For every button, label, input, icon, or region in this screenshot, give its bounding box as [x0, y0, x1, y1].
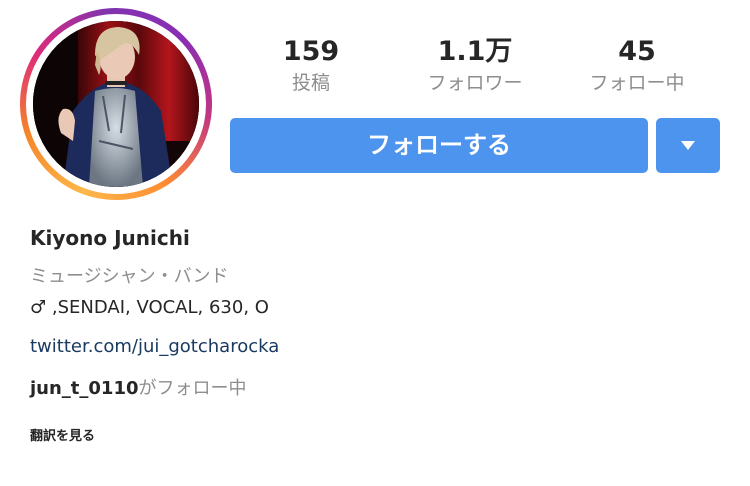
followed-by-username[interactable]: jun_t_0110 [30, 378, 139, 399]
caret-down-icon [681, 141, 695, 150]
stat-posts[interactable]: 159 投稿 [246, 34, 376, 96]
posts-count: 159 [282, 36, 340, 67]
posts-label: 投稿 [291, 72, 330, 94]
suggestions-dropdown-button[interactable] [656, 118, 720, 173]
profile-website-link[interactable]: twitter.com/jui_gotcharocka [30, 336, 279, 357]
followers-count: 1.1万 [437, 36, 513, 67]
following-count: 45 [618, 36, 656, 67]
avatar-story-ring[interactable] [20, 8, 212, 200]
profile-category: ミュージシャン・バンド [30, 266, 229, 287]
following-label: フォロー中 [589, 72, 685, 94]
profile-name: Kiyono Junichi [30, 226, 190, 250]
followers-label: フォロワー [427, 72, 523, 94]
stat-followers[interactable]: 1.1万 フォロワー [410, 34, 540, 96]
followed-by[interactable]: jun_t_0110がフォロー中 [30, 374, 247, 400]
stat-following[interactable]: 45 フォロー中 [572, 34, 702, 96]
see-translation-link[interactable]: 翻訳を見る [30, 425, 95, 444]
avatar[interactable] [33, 21, 199, 187]
profile-bio: ♂ ,SENDAI, VOCAL, 630, O [30, 297, 269, 318]
profile-photo [33, 21, 199, 187]
follow-button[interactable]: フォローする [230, 118, 648, 173]
followed-by-text: がフォロー中 [138, 378, 247, 399]
